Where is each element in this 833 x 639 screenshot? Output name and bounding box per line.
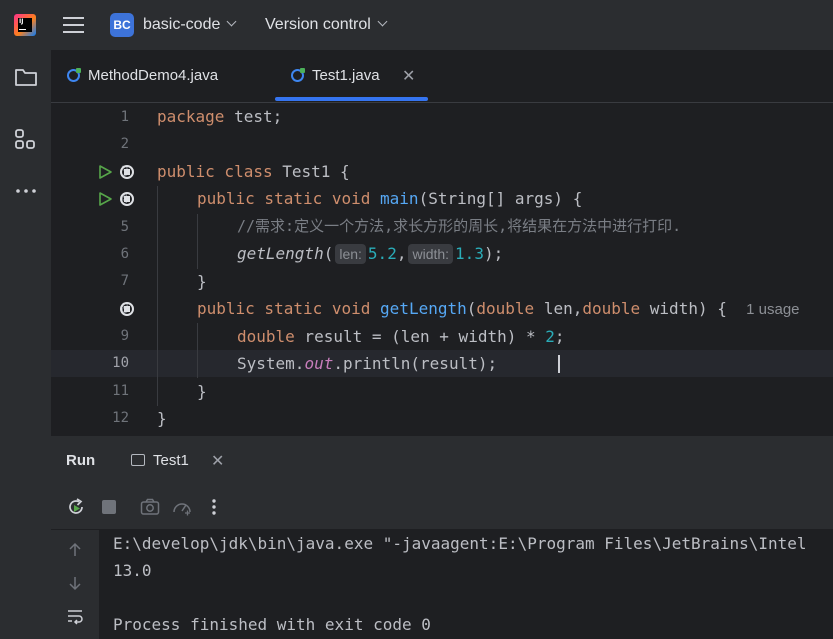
param-hint-len: len: (335, 244, 366, 264)
java-class-icon (67, 68, 81, 82)
java-class-icon (291, 68, 305, 82)
project-folder-icon[interactable] (13, 64, 39, 90)
chevron-down-icon (226, 16, 237, 27)
chevron-down-icon (377, 16, 388, 27)
rerun-icon[interactable] (65, 496, 87, 518)
code-line-10: System.out.println(result); (237, 354, 498, 373)
usages-hint[interactable]: 1 usage (746, 301, 799, 318)
code-line-12: } (157, 409, 167, 428)
code-line-6: getLength(len: 5.2, width: 1.3); (237, 244, 504, 264)
arrow-down-icon[interactable] (65, 573, 85, 593)
implemented-method-icon[interactable] (120, 302, 134, 316)
indent-guide (157, 186, 158, 406)
close-run-tab-icon[interactable]: ✕ (211, 436, 224, 486)
code-line-8: public static void getLength(double len,… (197, 299, 800, 318)
console-line: E:\develop\jdk\bin\java.exe "-javaagent:… (113, 534, 807, 553)
project-name: basic-code (143, 16, 221, 33)
tab-methoddemo4[interactable]: MethodDemo4.java (67, 50, 218, 102)
console-side-toolbar (51, 530, 99, 639)
run-main-icon[interactable] (97, 191, 113, 207)
code-line-9: double result = (len + width) * 2; (237, 327, 565, 346)
console-line: 13.0 (113, 561, 152, 580)
run-panel-title: Run (66, 452, 96, 469)
main-toolbar: IJ BC basic-code Version control (0, 0, 833, 50)
more-options-icon[interactable] (203, 496, 225, 518)
param-hint-width: width: (408, 244, 454, 264)
line-number: 9 (120, 328, 129, 344)
intellij-logo-icon[interactable]: IJ (14, 14, 36, 36)
code-editor[interactable]: 1 2 3 4 5 6 7 8 9 10 11 12 package test;… (51, 103, 833, 435)
run-tab-test1[interactable]: Test1 (131, 436, 189, 486)
code-line-11: } (197, 382, 207, 401)
arrow-up-icon[interactable] (65, 540, 85, 560)
editor-tabs: MethodDemo4.java Test1.java (51, 50, 833, 103)
code-line-7: } (197, 272, 207, 291)
code-line-3: public class Test1 { (157, 162, 350, 181)
camera-icon[interactable] (139, 496, 161, 518)
profiler-icon[interactable] (171, 496, 193, 518)
project-badge[interactable]: BC (110, 13, 134, 37)
line-number: 12 (112, 410, 129, 426)
line-number: 1 (120, 109, 129, 125)
tab-label: MethodDemo4.java (88, 67, 219, 84)
line-number-active: 10 (112, 355, 129, 371)
project-selector[interactable]: basic-code (143, 0, 237, 50)
soft-wrap-icon[interactable] (65, 606, 85, 626)
indent-guide (197, 214, 198, 269)
main-menu-icon[interactable] (63, 15, 84, 35)
line-number: 7 (120, 273, 129, 289)
close-tab-icon[interactable]: ✕ (402, 66, 415, 85)
console-output[interactable]: E:\develop\jdk\bin\java.exe "-javaagent:… (99, 530, 833, 639)
active-tab-indicator (275, 97, 428, 101)
line-number: 11 (112, 383, 129, 399)
code-line-1: package test; (157, 107, 283, 126)
console-line: Process finished with exit code 0 (113, 615, 431, 634)
vcs-label: Version control (265, 16, 371, 33)
implemented-method-icon[interactable] (120, 165, 134, 179)
console-icon (131, 454, 145, 466)
run-tool-window-header: Run Test1 ✕ (51, 435, 833, 486)
line-number: 5 (120, 219, 129, 235)
implemented-method-icon[interactable] (120, 192, 134, 206)
indent-guide (197, 323, 198, 378)
vcs-menu[interactable]: Version control (265, 0, 388, 50)
run-class-icon[interactable] (97, 164, 113, 180)
more-tools-icon[interactable] (13, 178, 39, 204)
code-line-4: public static void main(String[] args) { (197, 189, 583, 208)
tab-label: Test1.java (312, 67, 380, 84)
text-caret (558, 355, 560, 373)
run-tab-label: Test1 (153, 452, 189, 469)
line-number: 2 (120, 136, 129, 152)
structure-icon[interactable] (13, 127, 39, 153)
tab-test1[interactable]: Test1.java (291, 50, 380, 102)
stop-icon[interactable] (98, 496, 120, 518)
run-toolbar (51, 485, 833, 530)
line-number: 6 (120, 246, 129, 262)
tool-window-strip (0, 50, 52, 639)
code-line-5-comment: //需求:定义一个方法,求长方形的周长,将结果在方法中进行打印. (237, 217, 682, 235)
